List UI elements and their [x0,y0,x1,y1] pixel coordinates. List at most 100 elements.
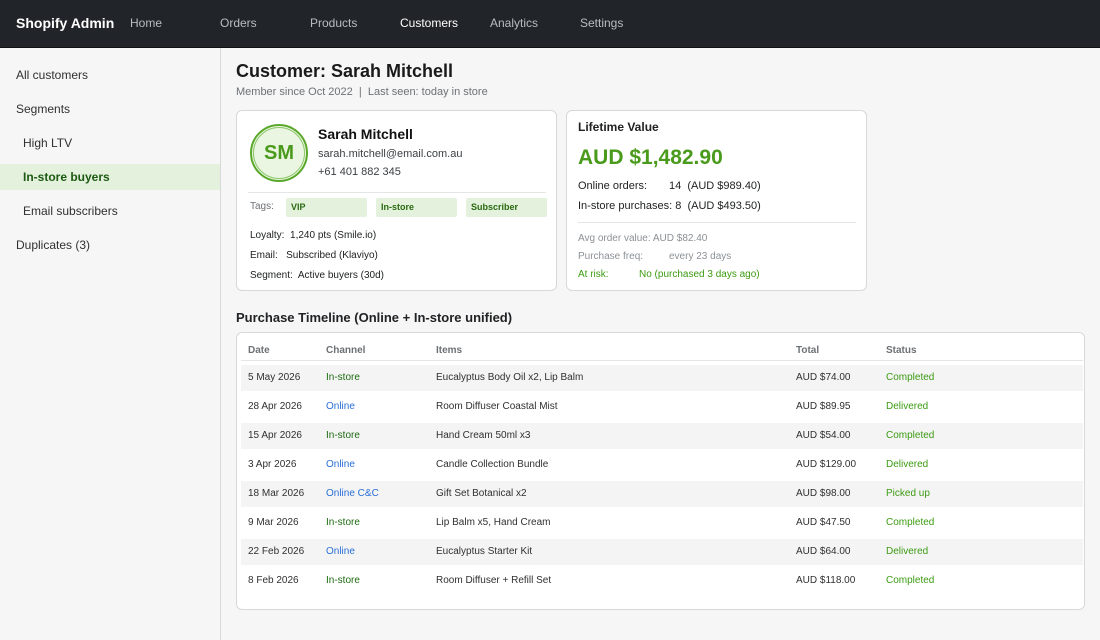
tag-subscriber[interactable]: Subscriber [466,198,547,217]
table-row[interactable]: 8 Feb 2026 In-store Room Diffuser + Refi… [241,568,1083,594]
card-divider [248,192,546,193]
timeline-title: Purchase Timeline (Online + In-store uni… [236,310,513,325]
page-subtitle: Member since Oct 2022 | Last seen: today… [236,86,488,98]
purchase-freq-row: Purchase freq: every 23 days [578,251,858,262]
loyalty-row: Loyalty: 1,240 pts (Smile.io) [250,230,376,241]
nav-customers[interactable]: Customers [400,16,458,30]
customer-phone[interactable]: +61 401 882 345 [318,166,401,178]
cell-date: 8 Feb 2026 [248,575,299,586]
ltv-title: Lifetime Value [578,120,659,134]
table-row[interactable]: 5 May 2026 In-store Eucalyptus Body Oil … [241,365,1083,391]
segment-label: Segment: [250,270,293,281]
cell-status: Delivered [886,459,929,470]
cell-items: Candle Collection Bundle [436,459,549,470]
cell-date: 9 Mar 2026 [248,517,299,528]
cell-date: 5 May 2026 [248,372,301,383]
at-risk-label: At risk: [578,269,609,280]
customer-name: Sarah Mitchell [318,126,413,142]
customer-email[interactable]: sarah.mitchell@email.com.au [318,148,462,160]
cell-items: Eucalyptus Body Oil x2, Lip Balm [436,372,584,383]
cell-items: Room Diffuser Coastal Mist [436,401,558,412]
aov-value: AUD $82.40 [652,233,708,244]
table-row[interactable]: 9 Mar 2026 In-store Lip Balm x5, Hand Cr… [241,510,1083,536]
table-row[interactable]: 28 Apr 2026 Online Room Diffuser Coastal… [241,394,1083,420]
lifetime-value-card: Lifetime Value AUD $1,482.90 Online orde… [566,110,867,291]
cell-status: Completed [886,517,935,528]
cell-status: Picked up [886,488,930,499]
cell-total: AUD $129.00 [796,459,857,470]
cell-status: Delivered [886,401,929,412]
cell-channel: In-store [326,372,360,383]
cell-channel: In-store [326,575,360,586]
sidebar-item-duplicates[interactable]: Duplicates (3) [0,232,220,258]
cell-total: AUD $74.00 [796,372,851,383]
cell-channel: Online [326,459,355,470]
sidebar-item-segments[interactable]: Segments [0,96,220,122]
ltv-value: AUD $1,482.90 [578,146,723,169]
table-header-divider [241,360,1083,361]
table-row[interactable]: 18 Mar 2026 Online C&C Gift Set Botanica… [241,481,1083,507]
col-header-status[interactable]: Status [886,345,917,356]
cell-status: Completed [886,430,935,441]
nav-settings[interactable]: Settings [580,16,623,30]
cell-date: 18 Mar 2026 [248,488,305,499]
at-risk-value: No (purchased 3 days ago) [639,269,760,280]
email-status-row: Email: Subscribed (Klaviyo) [250,250,378,261]
cell-status: Completed [886,575,935,586]
col-header-total[interactable]: Total [796,345,819,356]
sidebar-item-email-subscribers[interactable]: Email subscribers [0,198,220,224]
cell-channel: Online [326,546,355,557]
sidebar-item-high-ltv[interactable]: High LTV [0,130,220,156]
nav-orders[interactable]: Orders [220,16,257,30]
cell-date: 22 Feb 2026 [248,546,305,557]
customer-card: SM Sarah Mitchell sarah.mitchell@email.c… [236,110,557,291]
cell-date: 3 Apr 2026 [248,459,297,470]
cell-items: Hand Cream 50ml x3 [436,430,531,441]
page-title: Customer: Sarah Mitchell [236,61,454,81]
instore-purchases-label: In-store purchases: [578,200,673,212]
online-orders-label: Online orders: [578,180,648,192]
top-nav-bar: Shopify Admin Home Orders Products Custo… [0,0,1100,48]
segment-row: Segment: Active buyers (30d) [250,270,384,281]
instore-purchases-row: In-store purchases: 8 (AUD $493.50) [578,200,858,212]
tag-vip[interactable]: VIP [286,198,367,217]
cell-channel: In-store [326,517,360,528]
sidebar-item-all-customers[interactable]: All customers [0,62,220,88]
purchase-freq-value: every 23 days [669,251,732,262]
col-header-channel[interactable]: Channel [326,345,365,356]
cell-status: Completed [886,372,935,383]
cell-status: Delivered [886,546,929,557]
cell-date: 15 Apr 2026 [248,430,302,441]
sidebar-item-in-store-buyers[interactable]: In-store buyers [0,164,220,190]
email-status-label: Email: [250,250,278,261]
col-header-items[interactable]: Items [436,345,462,356]
instore-purchases-value: 8 (AUD $493.50) [675,200,761,212]
cell-items: Lip Balm x5, Hand Cream [436,517,551,528]
col-header-date[interactable]: Date [248,345,270,356]
cell-date: 28 Apr 2026 [248,401,302,412]
cell-items: Gift Set Botanical x2 [436,488,527,499]
tag-in-store[interactable]: In-store [376,198,457,217]
at-risk-row: At risk: No (purchased 3 days ago) [578,269,858,280]
email-status-value: Subscribed (Klaviyo) [286,250,378,261]
nav-analytics[interactable]: Analytics [490,16,538,30]
brand-logo[interactable]: Shopify Admin [16,15,114,31]
cell-total: AUD $89.95 [796,401,851,412]
purchase-timeline-table: Date Channel Items Total Status 5 May 20… [236,332,1085,610]
loyalty-label: Loyalty: [250,230,285,241]
nav-products[interactable]: Products [310,16,357,30]
cell-channel: In-store [326,430,360,441]
cell-total: AUD $47.50 [796,517,851,528]
table-row[interactable]: 3 Apr 2026 Online Candle Collection Bund… [241,452,1083,478]
aov-label: Avg order value: [578,233,651,244]
online-orders-value: 14 (AUD $989.40) [669,180,761,192]
loyalty-value: 1,240 pts (Smile.io) [290,230,377,241]
table-row[interactable]: 15 Apr 2026 In-store Hand Cream 50ml x3 … [241,423,1083,449]
avatar: SM [250,124,308,182]
cell-total: AUD $118.00 [796,575,856,586]
nav-home[interactable]: Home [130,16,162,30]
cell-channel: Online [326,401,355,412]
aov-row: Avg order value: AUD $82.40 [578,233,858,244]
segment-value: Active buyers (30d) [297,270,384,281]
table-row[interactable]: 22 Feb 2026 Online Eucalyptus Starter Ki… [241,539,1083,565]
